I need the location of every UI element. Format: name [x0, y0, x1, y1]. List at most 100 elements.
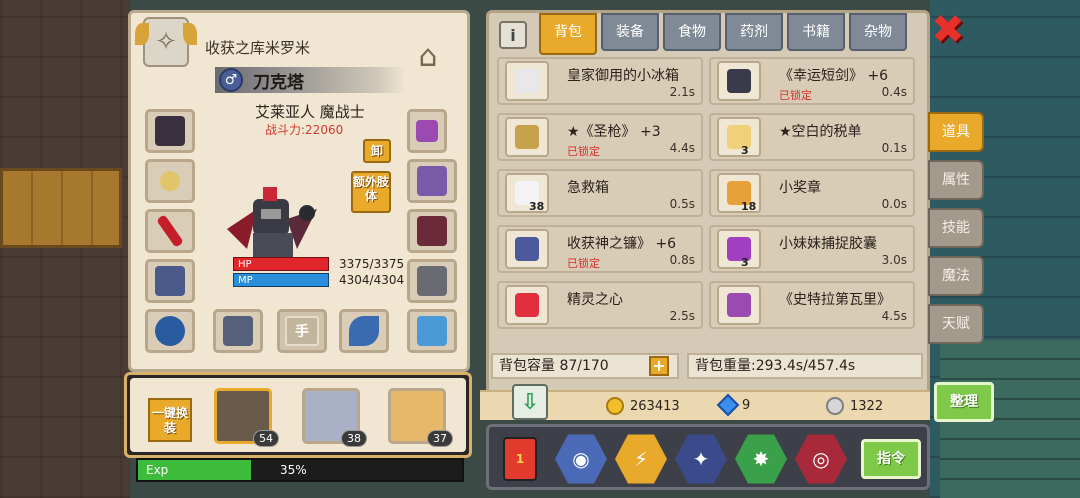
- boots-icon: [417, 266, 447, 296]
- gem-amount: 9: [742, 397, 751, 413]
- silver-amount: 1322: [850, 398, 884, 414]
- equip-slot-accessory[interactable]: [407, 309, 457, 353]
- member-level: 38: [341, 430, 367, 447]
- gold-display: 263413: [606, 397, 680, 415]
- item-weight: 0.8s: [669, 253, 695, 267]
- item-name: 小妹妹捕捉胶囊: [779, 236, 877, 252]
- ring-icon: [155, 316, 185, 346]
- character-title: 收获之库米罗米: [205, 39, 311, 57]
- scythe-icon: [505, 229, 549, 269]
- item-weight: 0.0s: [881, 197, 907, 211]
- wooden-table: [0, 168, 122, 248]
- wardrobe-hanger-icon[interactable]: ⌂: [399, 35, 457, 77]
- close-icon[interactable]: ✖: [930, 10, 966, 50]
- side-tab-skills[interactable]: 技能: [928, 208, 984, 248]
- character-name[interactable]: 刀克塔: [253, 68, 304, 93]
- equip-slot-necklace[interactable]: [145, 159, 195, 203]
- item-locked: 已锁定: [567, 145, 600, 158]
- item-weight: 4.4s: [669, 141, 695, 155]
- gem-display: 9: [716, 393, 751, 417]
- heart-icon: [505, 285, 549, 325]
- inventory-item[interactable]: 《幸运短剑》 +6 已锁定 0.4s: [709, 57, 915, 105]
- item-grid: 皇家御用的小冰箱 2.1s 《幸运短剑》 +6 已锁定 0.4s ★《圣枪》 +3 已锁定 4…: [497, 57, 915, 329]
- cloak-icon: [417, 166, 447, 196]
- inventory-item[interactable]: 18 小奖章 0.0s: [709, 169, 915, 217]
- party-member-1[interactable]: 54: [214, 388, 279, 447]
- info-icon[interactable]: i: [499, 21, 527, 49]
- capsule-icon: [717, 229, 761, 269]
- item-name: 收获神之镰》 +6: [567, 236, 677, 252]
- skill-button-4[interactable]: ✸: [735, 434, 787, 484]
- equip-slot-weapon[interactable]: [145, 209, 195, 253]
- skill-button-3[interactable]: ✦: [675, 434, 727, 484]
- inventory-item[interactable]: 3 小妹妹捕捉胶囊 3.0s: [709, 225, 915, 273]
- item-locked: 已锁定: [567, 257, 600, 270]
- item-name: 皇家御用的小冰箱: [567, 68, 679, 84]
- class-emblem-icon: ✧: [135, 17, 189, 67]
- tab-potion[interactable]: 药剂: [725, 13, 783, 51]
- item-weight: 0.4s: [881, 85, 907, 99]
- skill-button-2[interactable]: ⚡: [615, 434, 667, 484]
- sort-button[interactable]: 整理: [934, 382, 994, 422]
- tab-misc[interactable]: 杂物: [849, 13, 907, 51]
- backpack-weight: 背包重量:293.4s/457.4s: [687, 353, 923, 379]
- side-tabs: 道具 属性 技能 魔法 天赋: [928, 112, 984, 352]
- item-name: ★空白的税单: [779, 124, 862, 140]
- equip-slot-cloak[interactable]: [407, 159, 457, 203]
- tab-backpack[interactable]: 背包: [539, 13, 597, 55]
- red-blade-icon: [156, 214, 184, 248]
- inventory-item[interactable]: ★《圣枪》 +3 已锁定 4.4s: [497, 113, 703, 161]
- rune-icon: [416, 120, 438, 142]
- equip-slot-bow[interactable]: [339, 309, 389, 353]
- equip-slot-helmet[interactable]: [145, 109, 195, 153]
- pouch-icon: [417, 216, 447, 246]
- equip-slot-armor[interactable]: [145, 259, 195, 303]
- tab-equipment[interactable]: 装备: [601, 13, 659, 51]
- item-weight: 0.5s: [669, 197, 695, 211]
- member-level: 37: [427, 430, 453, 447]
- hp-bar: HP: [233, 257, 329, 271]
- capacity-row: 背包容量 87/170 + 背包重量:293.4s/457.4s: [491, 353, 925, 379]
- extra-limb-button[interactable]: 额外肢体: [351, 171, 391, 213]
- inventory-item[interactable]: 收获神之镰》 +6 已锁定 0.8s: [497, 225, 703, 273]
- exp-label: Exp: [146, 463, 169, 477]
- character-panel: ✧ 收获之库米罗米 ⌂ ♂ 刀克塔 艾莱亚人 魔战士 战斗力:22060 手 卸…: [128, 10, 470, 372]
- tab-food[interactable]: 食物: [663, 13, 721, 51]
- item-name: 《史特拉第瓦里》: [779, 292, 891, 308]
- background-left: [0, 0, 130, 498]
- party-member-3[interactable]: 37: [388, 388, 453, 447]
- item-locked: 已锁定: [779, 89, 812, 102]
- equip-slot-hand-weapon[interactable]: [213, 309, 263, 353]
- side-tab-items[interactable]: 道具: [928, 112, 984, 152]
- inventory-item[interactable]: 皇家御用的小冰箱 2.1s: [497, 57, 703, 105]
- equip-slot-rune[interactable]: [407, 109, 447, 153]
- command-button[interactable]: 指令: [861, 439, 921, 479]
- equip-slot-bag[interactable]: [407, 209, 457, 253]
- equip-slot-hand-empty[interactable]: 手: [277, 309, 327, 353]
- silver-display: 1322: [826, 397, 883, 415]
- dagger-icon: [717, 61, 761, 101]
- tab-book[interactable]: 书籍: [787, 13, 845, 51]
- exp-percent: 35%: [280, 463, 307, 477]
- side-tab-attributes[interactable]: 属性: [928, 160, 984, 200]
- party-member-2[interactable]: 38: [302, 388, 367, 447]
- skill-button-5[interactable]: ◎: [795, 434, 847, 484]
- one-click-swap-button[interactable]: 一键换装: [148, 398, 192, 442]
- skill-button-1[interactable]: ◉: [555, 434, 607, 484]
- equip-slot-belt[interactable]: [145, 309, 195, 353]
- download-icon[interactable]: ⇩: [512, 384, 548, 420]
- expand-capacity-button[interactable]: +: [649, 356, 669, 376]
- unequip-button[interactable]: 卸: [363, 139, 391, 163]
- equip-slot-boots[interactable]: [407, 259, 457, 303]
- spear-icon: [505, 117, 549, 157]
- inventory-item[interactable]: 3 ★空白的税单 0.1s: [709, 113, 915, 161]
- silver-coin-icon: [826, 397, 844, 415]
- item-quantity: 3: [741, 144, 749, 157]
- gem-icon: [716, 393, 740, 417]
- inventory-item[interactable]: 《史特拉第瓦里》 4.5s: [709, 281, 915, 329]
- side-tab-talent[interactable]: 天赋: [928, 304, 984, 344]
- potion-slot-icon[interactable]: 1: [503, 437, 537, 481]
- inventory-item[interactable]: 精灵之心 2.5s: [497, 281, 703, 329]
- inventory-item[interactable]: 38 急救箱 0.5s: [497, 169, 703, 217]
- side-tab-magic[interactable]: 魔法: [928, 256, 984, 296]
